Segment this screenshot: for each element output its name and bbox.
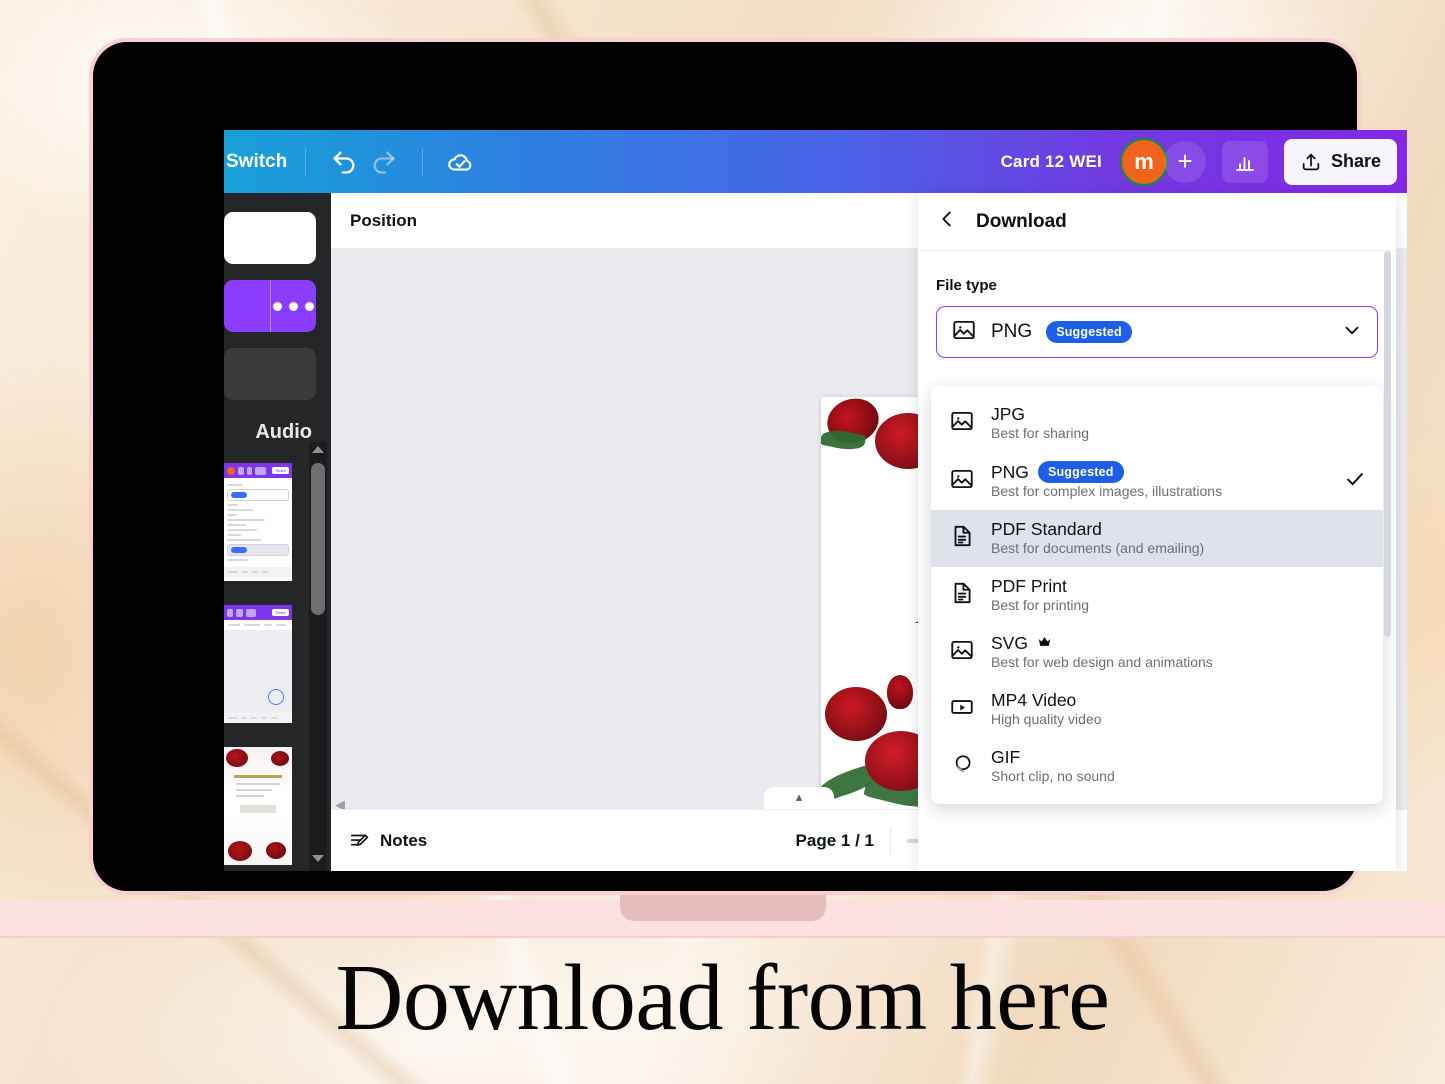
thumbnail-topbar: Share — [224, 605, 292, 620]
option-description: Short clip, no sound — [991, 768, 1115, 784]
redo-icon[interactable] — [364, 142, 404, 182]
notes-icon — [349, 830, 371, 852]
tablet-screen: Switch Card 12 WEI m + Share — [224, 130, 1407, 871]
thumbnail-pill — [247, 467, 252, 475]
notes-label: Notes — [380, 831, 427, 851]
download-panel-title: Download — [976, 211, 1067, 233]
list-item[interactable]: Share — [224, 463, 292, 581]
share-button[interactable]: Share — [1284, 139, 1397, 185]
toolbar-divider-2 — [422, 148, 423, 176]
thumbnail-footer — [224, 713, 292, 723]
document-title[interactable]: Card 12 WEI — [1001, 152, 1102, 172]
option-title: PDF Standard — [991, 519, 1102, 540]
share-button-label: Share — [1331, 151, 1381, 172]
tablet-device-frame: Switch Card 12 WEI m + Share — [93, 42, 1357, 891]
notes-button[interactable]: Notes — [349, 830, 427, 852]
thumbnail-footer — [224, 567, 292, 577]
add-collaborator-button[interactable]: + — [1164, 141, 1206, 183]
thumbnail-share: Share — [272, 609, 289, 616]
file-type-option-jpg[interactable]: JPG Best for sharing — [931, 395, 1383, 452]
option-description: High quality video — [991, 711, 1102, 727]
sidebar-card-grey[interactable] — [224, 348, 316, 400]
chevron-down-icon[interactable] — [1341, 319, 1363, 346]
gif-icon — [949, 751, 975, 782]
file-type-option-png[interactable]: PNG Suggested Best for complex images, i… — [931, 452, 1383, 510]
file-type-selected-name: PNG — [991, 321, 1032, 343]
undo-icon[interactable] — [324, 142, 364, 182]
image-icon — [951, 317, 977, 348]
switch-button[interactable]: Switch — [224, 151, 287, 173]
file-type-option-mp4-video[interactable]: MP4 Video High quality video — [931, 681, 1383, 738]
download-panel-scrollbar-thumb[interactable] — [1384, 251, 1391, 637]
file-type-label: File type — [936, 277, 1378, 294]
tablet-stand — [620, 891, 826, 921]
status-badge: Suggested — [1038, 461, 1124, 483]
scroll-down-icon[interactable] — [312, 855, 324, 862]
sidebar-card-purple[interactable] — [224, 280, 316, 332]
image-icon — [949, 408, 975, 439]
crown-icon — [1037, 633, 1052, 654]
thumbnail-pill — [255, 467, 266, 475]
option-title: PNG — [991, 462, 1029, 483]
avatar[interactable]: m — [1120, 138, 1168, 186]
share-upload-icon — [1300, 151, 1322, 173]
app-top-bar: Switch Card 12 WEI m + Share — [224, 130, 1407, 193]
page-indicator[interactable]: Page 1 / 1 — [796, 831, 874, 851]
file-type-option-svg[interactable]: SVG Best for web design and animations — [931, 624, 1383, 681]
option-description: Best for documents (and emailing) — [991, 540, 1204, 556]
more-options-icon[interactable] — [271, 280, 316, 332]
thumbnail-share: Share — [272, 467, 289, 474]
thumbnail-pill — [238, 467, 244, 475]
status-badge: Suggested — [1046, 321, 1132, 343]
thumbnail-body — [224, 478, 292, 567]
file-type-option-gif[interactable]: GIF Short clip, no sound — [931, 738, 1383, 795]
document-icon — [949, 580, 975, 611]
thumbnail-topbar: Share — [224, 463, 292, 478]
image-icon — [949, 466, 975, 497]
option-title: SVG — [991, 633, 1028, 654]
option-description: Best for complex images, illustrations — [991, 483, 1222, 499]
sidebar-card-white[interactable] — [224, 212, 316, 264]
bottom-divider — [890, 828, 891, 854]
option-title: GIF — [991, 747, 1020, 768]
scroll-up-icon[interactable] — [312, 446, 324, 453]
thumbnail-subbar — [224, 620, 292, 630]
download-panel-body: File type PNG Suggested — [918, 251, 1396, 358]
option-description: Best for printing — [991, 597, 1089, 613]
check-icon — [1343, 467, 1367, 496]
sidebar-item-audio[interactable]: Audio — [224, 421, 316, 444]
list-item[interactable]: Share — [224, 605, 292, 723]
back-chevron-icon[interactable] — [936, 208, 958, 235]
file-type-option-pdf-print[interactable]: PDF Print Best for printing — [931, 567, 1383, 624]
play-icon — [268, 689, 284, 705]
sidebar-card-purple-left — [224, 280, 270, 332]
option-description: Best for sharing — [991, 425, 1089, 441]
option-title: PDF Print — [991, 576, 1067, 597]
list-item[interactable] — [224, 747, 292, 865]
position-button[interactable]: Position — [350, 211, 417, 231]
cloud-saved-icon[interactable] — [441, 142, 481, 182]
left-sidebar: Audio Share — [224, 193, 331, 871]
download-panel-header: Download — [918, 193, 1396, 251]
sidebar-scrollbar-thumb[interactable] — [311, 463, 325, 615]
option-description: Best for web design and animations — [991, 654, 1213, 670]
expand-pages-panel-button[interactable]: ▴ — [764, 787, 834, 811]
bar-chart-icon[interactable] — [1222, 141, 1268, 183]
video-icon — [949, 694, 975, 725]
thumbnail-avatar — [227, 467, 235, 475]
file-type-option-pdf-standard[interactable]: PDF Standard Best for documents (and ema… — [931, 510, 1383, 567]
download-panel: Download File type PNG Suggested — [918, 193, 1396, 871]
option-title: JPG — [991, 404, 1025, 425]
image-icon — [949, 637, 975, 668]
caption-text: Download from here — [0, 944, 1445, 1052]
toolbar-divider-1 — [305, 148, 306, 176]
document-icon — [949, 523, 975, 554]
file-type-dropdown-menu: JPG Best for sharing PNG Suggested Best … — [931, 386, 1383, 804]
file-type-select[interactable]: PNG Suggested — [936, 306, 1378, 358]
option-title: MP4 Video — [991, 690, 1076, 711]
thumbnail-canvas — [224, 630, 292, 713]
